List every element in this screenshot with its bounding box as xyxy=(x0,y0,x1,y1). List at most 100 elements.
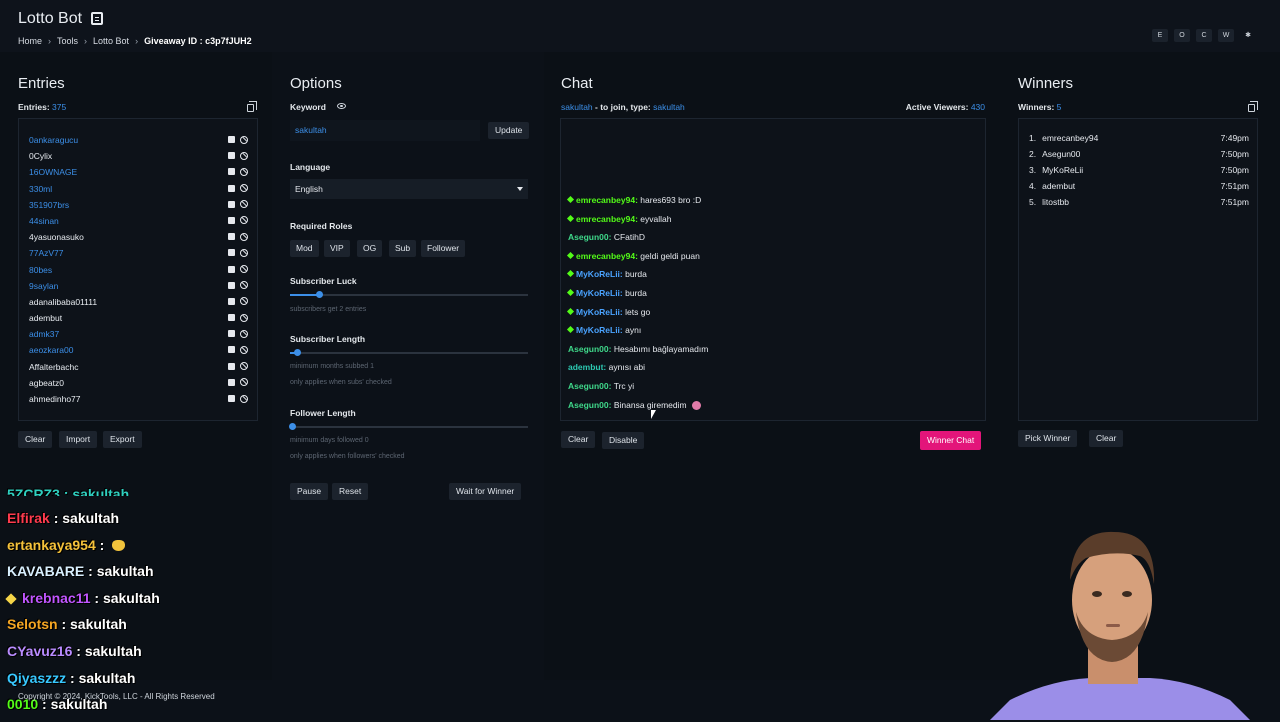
corner-button-w[interactable]: W xyxy=(1218,29,1234,42)
ban-icon[interactable] xyxy=(240,265,248,273)
ban-icon[interactable] xyxy=(240,345,248,354)
ban-icon[interactable] xyxy=(240,200,248,209)
kick-badge-icon xyxy=(566,288,575,297)
entry-name[interactable]: 0Cylix xyxy=(29,148,52,164)
ban-icon[interactable] xyxy=(240,329,248,338)
entry-name[interactable]: agbeatz0 xyxy=(29,375,64,391)
checkbox-icon[interactable] xyxy=(228,395,235,402)
overlay-chat-line: CYavuz16 : sakultah xyxy=(7,643,142,659)
chat-clear-button[interactable]: Clear xyxy=(561,431,596,448)
corner-button-e[interactable]: E xyxy=(1152,29,1168,42)
corner-button-o[interactable]: O xyxy=(1174,29,1190,42)
entry-name[interactable]: 351907brs xyxy=(29,197,69,213)
update-button[interactable]: Update xyxy=(488,122,530,139)
checkbox-icon[interactable] xyxy=(228,184,235,192)
checkbox-icon[interactable] xyxy=(228,168,235,176)
language-select[interactable]: English xyxy=(290,179,528,199)
entry-name[interactable]: 9saylan xyxy=(29,278,58,294)
pause-button[interactable]: Pause xyxy=(290,483,329,500)
role-sub-toggle[interactable]: Sub xyxy=(389,240,417,257)
settings-icon[interactable]: ✱ xyxy=(1240,29,1256,42)
follower-length-slider[interactable] xyxy=(289,423,528,430)
entry-name[interactable]: 77AzV77 xyxy=(29,245,64,261)
entries-import-button[interactable]: Import xyxy=(59,431,98,448)
checkbox-icon[interactable] xyxy=(228,265,235,273)
entry-name[interactable]: aeozkara00 xyxy=(29,342,73,358)
ban-icon[interactable] xyxy=(240,378,248,387)
copy-icon[interactable] xyxy=(1248,101,1258,112)
checkbox-icon[interactable] xyxy=(228,281,235,289)
entry-name[interactable]: 16OWNAGE xyxy=(29,164,77,180)
ban-icon[interactable] xyxy=(240,394,248,403)
chat-username: MyKoReLii: xyxy=(576,288,623,298)
checkbox-icon[interactable] xyxy=(228,314,235,322)
chat-message: emrecanbey94: eyvallah xyxy=(566,214,671,224)
copy-icon[interactable] xyxy=(247,101,257,112)
checkbox-icon[interactable] xyxy=(228,136,235,143)
checkbox-icon[interactable] xyxy=(228,330,235,338)
entry-name[interactable]: admk37 xyxy=(29,326,59,342)
checkbox-icon[interactable] xyxy=(228,249,235,257)
ban-icon[interactable] xyxy=(240,216,248,225)
ban-icon[interactable] xyxy=(240,151,248,160)
slider-handle[interactable] xyxy=(315,291,323,298)
entry-name[interactable]: 44sinan xyxy=(29,213,59,229)
role-follower-toggle[interactable]: Follower xyxy=(421,240,466,257)
chat-message: Asegun00: CFatihD xyxy=(568,232,645,242)
role-vip-toggle[interactable]: VIP xyxy=(324,240,350,257)
checkbox-icon[interactable] xyxy=(228,233,235,241)
chat-column: Chat sakultah - to join, type: sakultah … xyxy=(544,52,1002,680)
entry-name[interactable]: 0ankaragucu xyxy=(29,132,78,148)
entry-name[interactable]: ahmedinho77 xyxy=(29,391,81,407)
entry-name[interactable]: 330ml xyxy=(29,181,52,197)
role-mod-toggle[interactable]: Mod xyxy=(290,240,319,257)
chat-text: burda xyxy=(625,269,647,280)
entry-name[interactable]: 80bes xyxy=(29,262,52,278)
ban-icon[interactable] xyxy=(240,232,248,241)
ban-icon[interactable] xyxy=(240,167,248,176)
checkbox-icon[interactable] xyxy=(228,297,235,305)
keyword-input[interactable]: sakultah xyxy=(290,120,480,141)
ban-icon[interactable] xyxy=(240,297,248,306)
sub-luck-slider[interactable] xyxy=(290,291,528,298)
eye-icon[interactable] xyxy=(337,103,346,109)
ban-icon[interactable] xyxy=(240,281,248,290)
winner-chat-button[interactable]: Winner Chat xyxy=(920,431,982,450)
breadcrumb-tools[interactable]: Tools xyxy=(57,36,78,46)
checkbox-icon[interactable] xyxy=(228,216,235,224)
checkbox-icon[interactable] xyxy=(228,200,235,208)
checkbox-icon[interactable] xyxy=(228,378,235,386)
sub-length-slider[interactable] xyxy=(290,349,528,356)
chat-disable-button[interactable]: Disable xyxy=(602,432,645,449)
pick-winner-button[interactable]: Pick Winner xyxy=(1018,430,1078,447)
winners-clear-button[interactable]: Clear xyxy=(1089,430,1124,447)
chat-username: adembut: xyxy=(568,362,607,373)
entry-name[interactable]: 4yasuonasuko xyxy=(29,229,84,245)
list-item: 16OWNAGE xyxy=(29,164,251,180)
overlay-username: Qiyaszzz xyxy=(7,669,67,686)
checkbox-icon[interactable] xyxy=(228,152,235,160)
ban-icon[interactable] xyxy=(240,248,248,257)
checkbox-icon[interactable] xyxy=(228,362,235,370)
entry-name[interactable]: adembut xyxy=(29,310,62,326)
ban-icon[interactable] xyxy=(240,362,248,371)
role-og-toggle[interactable]: OG xyxy=(357,240,383,257)
breadcrumb-home[interactable]: Home xyxy=(18,36,42,46)
wait-for-winner-button[interactable]: Wait for Winner xyxy=(449,483,522,500)
overlay-text: : xyxy=(95,536,105,553)
breadcrumb-lotto-bot[interactable]: Lotto Bot xyxy=(93,36,129,46)
slider-handle[interactable] xyxy=(289,423,297,430)
corner-button-c[interactable]: C xyxy=(1196,29,1212,42)
list-item: adembut xyxy=(29,310,251,326)
entry-name[interactable]: Affalterbachc xyxy=(29,359,78,375)
emote-icon xyxy=(691,400,701,410)
entry-name[interactable]: adanalibaba01111 xyxy=(29,294,97,310)
entries-export-button[interactable]: Export xyxy=(103,431,142,448)
slider-handle[interactable] xyxy=(294,349,302,356)
ban-icon[interactable] xyxy=(240,313,248,322)
entries-clear-button[interactable]: Clear xyxy=(18,431,53,448)
ban-icon[interactable] xyxy=(240,135,248,144)
reset-button[interactable]: Reset xyxy=(332,483,369,500)
ban-icon[interactable] xyxy=(240,184,248,193)
checkbox-icon[interactable] xyxy=(228,346,235,354)
